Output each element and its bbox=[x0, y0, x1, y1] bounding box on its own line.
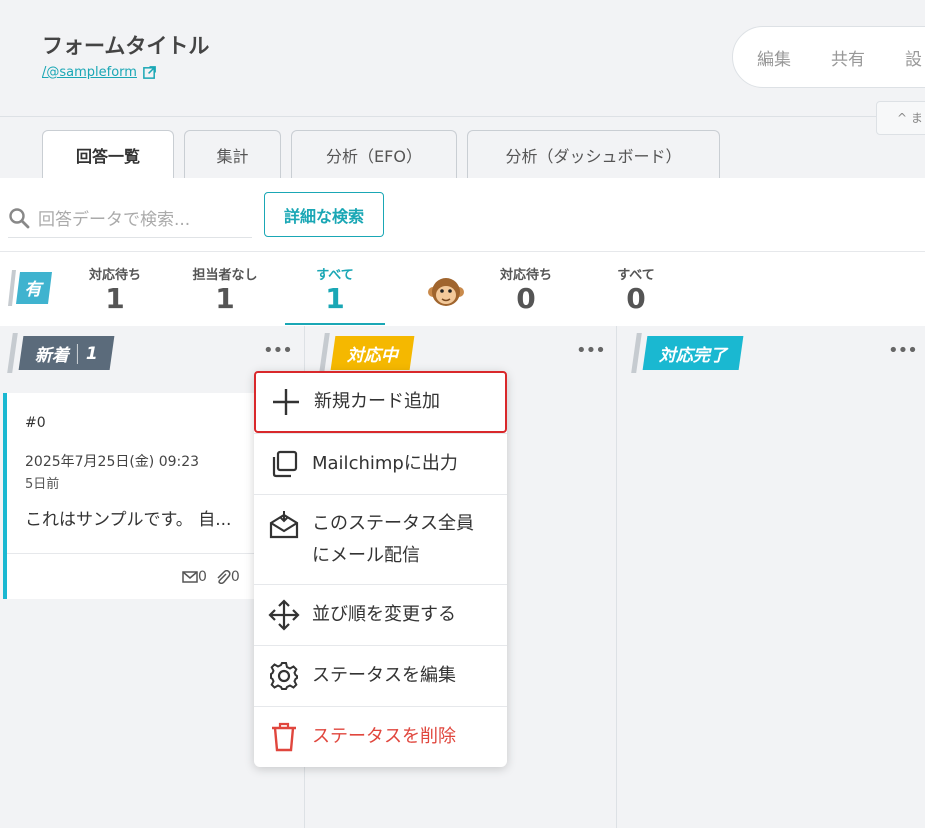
menu-mail-all[interactable]: このステータス全員 にメール配信 bbox=[254, 494, 507, 584]
tab-dashboard[interactable]: 分析（ダッシュボード） bbox=[467, 130, 720, 178]
menu-reorder[interactable]: 並び順を変更する bbox=[254, 584, 507, 645]
card-divider bbox=[7, 553, 293, 554]
search-input[interactable]: 回答データで検索... bbox=[8, 198, 252, 238]
menu-label: ステータスを編集 bbox=[312, 665, 456, 686]
tab-responses[interactable]: 回答一覧 bbox=[42, 130, 174, 179]
menu-label: 並び順を変更する bbox=[312, 604, 456, 625]
more-options-icon[interactable]: ••• bbox=[263, 340, 293, 361]
status-chip-new[interactable]: 新着 1 bbox=[18, 336, 115, 370]
menu-label-line2: にメール配信 bbox=[312, 544, 420, 566]
page-header: フォームタイトル /@sampleform 編集 共有 設 ^ ま bbox=[0, 0, 925, 135]
form-url-text: /@sampleform bbox=[42, 65, 137, 80]
monkey-icon bbox=[428, 278, 464, 306]
form-url-link[interactable]: /@sampleform bbox=[42, 65, 157, 80]
mail-count: 0 bbox=[198, 569, 207, 585]
response-card[interactable]: #0 2025年7月25日(金) 09:23 5日前 これはサンプルです。 自.… bbox=[3, 393, 293, 599]
card-preview-text: これはサンプルです。 自... bbox=[25, 510, 232, 530]
card-counts: 0 0 bbox=[182, 569, 240, 585]
stat-label: すべて bbox=[617, 268, 655, 283]
stat-label: 担当者なし bbox=[192, 268, 258, 283]
menu-edit-status[interactable]: ステータスを編集 bbox=[254, 645, 507, 706]
mail-icon bbox=[182, 571, 198, 583]
column-divider bbox=[616, 326, 617, 828]
stat-value: 1 bbox=[105, 282, 125, 315]
stat-value: 1 bbox=[215, 282, 235, 315]
advanced-search-button[interactable]: 詳細な検索 bbox=[264, 192, 384, 237]
tab-aggregate[interactable]: 集計 bbox=[184, 130, 281, 178]
menu-add-card[interactable]: 新規カード追加 bbox=[254, 371, 507, 433]
status-label: 対応中 bbox=[347, 345, 398, 366]
stat-label: 対応待ち bbox=[88, 268, 141, 283]
menu-export-mailchimp[interactable]: Mailchimpに出力 bbox=[254, 433, 507, 494]
mail-open-icon bbox=[269, 511, 299, 539]
tab-bar: 回答一覧 集計 分析（EFO） 分析（ダッシュボード） bbox=[0, 130, 925, 179]
plus-icon bbox=[273, 389, 299, 415]
tag-yu-badge: 有 bbox=[8, 270, 52, 306]
status-label: 対応完了 bbox=[659, 345, 727, 366]
active-stat-underline bbox=[285, 323, 385, 325]
column-header-inprogress: 対応中 bbox=[319, 333, 415, 373]
status-chip-inprogress[interactable]: 対応中 bbox=[330, 336, 415, 370]
paperclip-icon bbox=[217, 569, 231, 585]
search-placeholder: 回答データで検索... bbox=[38, 210, 191, 230]
card-date: 2025年7月25日(金) 09:23 bbox=[25, 454, 200, 470]
status-count: 1 bbox=[86, 343, 98, 363]
stat-label: すべて bbox=[316, 268, 354, 283]
search-icon bbox=[9, 207, 30, 228]
more-options-icon[interactable]: ••• bbox=[576, 340, 606, 361]
trash-icon bbox=[272, 722, 296, 752]
header-actions: 編集 共有 設 bbox=[732, 26, 925, 88]
stat-unassigned-yu[interactable]: 担当者なし 1 bbox=[185, 264, 265, 315]
edit-button[interactable]: 編集 bbox=[757, 45, 791, 70]
copy-icon bbox=[272, 450, 298, 478]
status-chip-done[interactable]: 対応完了 bbox=[642, 336, 744, 370]
form-title: フォームタイトル bbox=[42, 34, 210, 58]
column-header-done: 対応完了 bbox=[631, 333, 744, 373]
search-row: 回答データで検索... 詳細な検索 bbox=[0, 178, 925, 252]
menu-label: このステータス全員 bbox=[312, 512, 474, 534]
external-link-icon bbox=[143, 66, 156, 79]
stat-waiting-monkey[interactable]: 対応待ち 0 bbox=[491, 264, 561, 315]
menu-label: 新規カード追加 bbox=[314, 391, 440, 412]
status-label: 新着 bbox=[35, 345, 69, 366]
more-options-icon[interactable]: ••• bbox=[888, 340, 918, 361]
stat-all-yu[interactable]: すべて 1 bbox=[300, 264, 370, 315]
stat-waiting-yu[interactable]: 対応待ち 1 bbox=[80, 264, 150, 315]
settings-button[interactable]: 設 bbox=[905, 45, 922, 70]
column-header-new: 新着 1 bbox=[7, 333, 115, 373]
summary-row: 有 対応待ち 1 担当者なし 1 すべて 1 対応待ち 0 すべて 0 bbox=[0, 252, 925, 326]
tab-efo[interactable]: 分析（EFO） bbox=[291, 130, 457, 178]
status-context-menu: 新規カード追加 Mailchimpに出力 このステータス全員 にメール配信 並び… bbox=[254, 371, 507, 767]
menu-label: ステータスを削除 bbox=[312, 726, 456, 747]
move-icon bbox=[268, 599, 300, 631]
share-button[interactable]: 共有 bbox=[831, 45, 865, 70]
card-relative-time: 5日前 bbox=[25, 477, 60, 492]
menu-delete-status[interactable]: ステータスを削除 bbox=[254, 706, 507, 767]
stat-all-monkey[interactable]: すべて 0 bbox=[601, 264, 671, 315]
stat-value: 1 bbox=[325, 282, 345, 315]
stat-label: 対応待ち bbox=[499, 268, 552, 283]
stat-value: 0 bbox=[516, 282, 536, 315]
menu-label: Mailchimpに出力 bbox=[312, 453, 458, 474]
stat-value: 0 bbox=[626, 282, 646, 315]
attachment-count: 0 bbox=[230, 569, 240, 585]
card-id: #0 bbox=[25, 415, 46, 431]
gear-icon bbox=[270, 662, 298, 690]
